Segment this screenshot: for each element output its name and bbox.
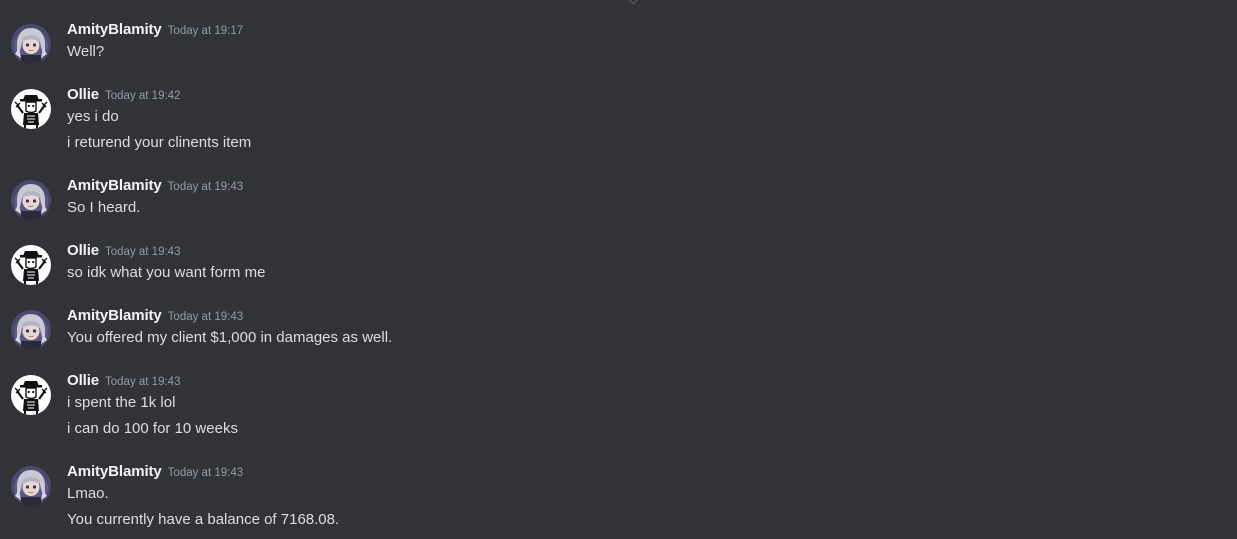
- amity-avatar-icon[interactable]: [11, 310, 51, 350]
- message-text: i spent the 1k lol: [67, 394, 176, 411]
- username[interactable]: Ollie: [67, 242, 99, 259]
- username[interactable]: AmityBlamity: [67, 177, 162, 194]
- ollie-avatar-icon[interactable]: [11, 89, 51, 129]
- message-text: You currently have a balance of 7168.08.: [67, 511, 340, 528]
- message-text: yes i do: [67, 108, 119, 125]
- message-text: Lmao.: [67, 485, 109, 502]
- message-header: AmityBlamity Today at 19:43: [67, 463, 243, 485]
- timestamp: Today at 19:17: [167, 25, 244, 37]
- ollie-avatar-icon[interactable]: [11, 375, 51, 415]
- chat-messages: AmityBlamity Today at 19:17 Well? Ollie To…: [0, 0, 1237, 539]
- username[interactable]: Ollie: [67, 86, 99, 103]
- amity-avatar-icon[interactable]: [11, 466, 51, 506]
- message-header: AmityBlamity Today at 19:43: [67, 177, 243, 199]
- message-header: AmityBlamity Today at 19:43: [67, 307, 243, 329]
- timestamp: Today at 19:43: [105, 246, 181, 258]
- message-text: i returend your clinents item: [67, 134, 252, 151]
- message-text: Well?: [67, 43, 105, 60]
- message-header: Ollie Today at 19:43: [67, 242, 180, 264]
- username[interactable]: AmityBlamity: [67, 21, 162, 38]
- timestamp: Today at 19:42: [105, 90, 181, 102]
- timestamp: Today at 19:43: [167, 181, 244, 193]
- timestamp: Today at 19:43: [167, 467, 244, 479]
- chevron-down-icon: [628, 0, 639, 5]
- timestamp: Today at 19:43: [105, 376, 181, 388]
- message-text: i can do 100 for 10 weeks: [67, 420, 238, 437]
- message-header: Ollie Today at 19:42: [67, 86, 180, 108]
- message-header: Ollie Today at 19:43: [67, 372, 180, 394]
- amity-avatar-icon[interactable]: [11, 24, 51, 64]
- timestamp: Today at 19:43: [167, 311, 244, 323]
- username[interactable]: AmityBlamity: [67, 463, 162, 480]
- ollie-avatar-icon[interactable]: [11, 245, 51, 285]
- username[interactable]: AmityBlamity: [67, 307, 162, 324]
- message-text: You offered my client $1,000 in damages …: [67, 329, 393, 346]
- amity-avatar-icon[interactable]: [11, 180, 51, 220]
- message-header: AmityBlamity Today at 19:17: [67, 21, 243, 43]
- message-text: so idk what you want form me: [67, 264, 266, 281]
- message-text: So I heard.: [67, 199, 141, 216]
- username[interactable]: Ollie: [67, 372, 99, 389]
